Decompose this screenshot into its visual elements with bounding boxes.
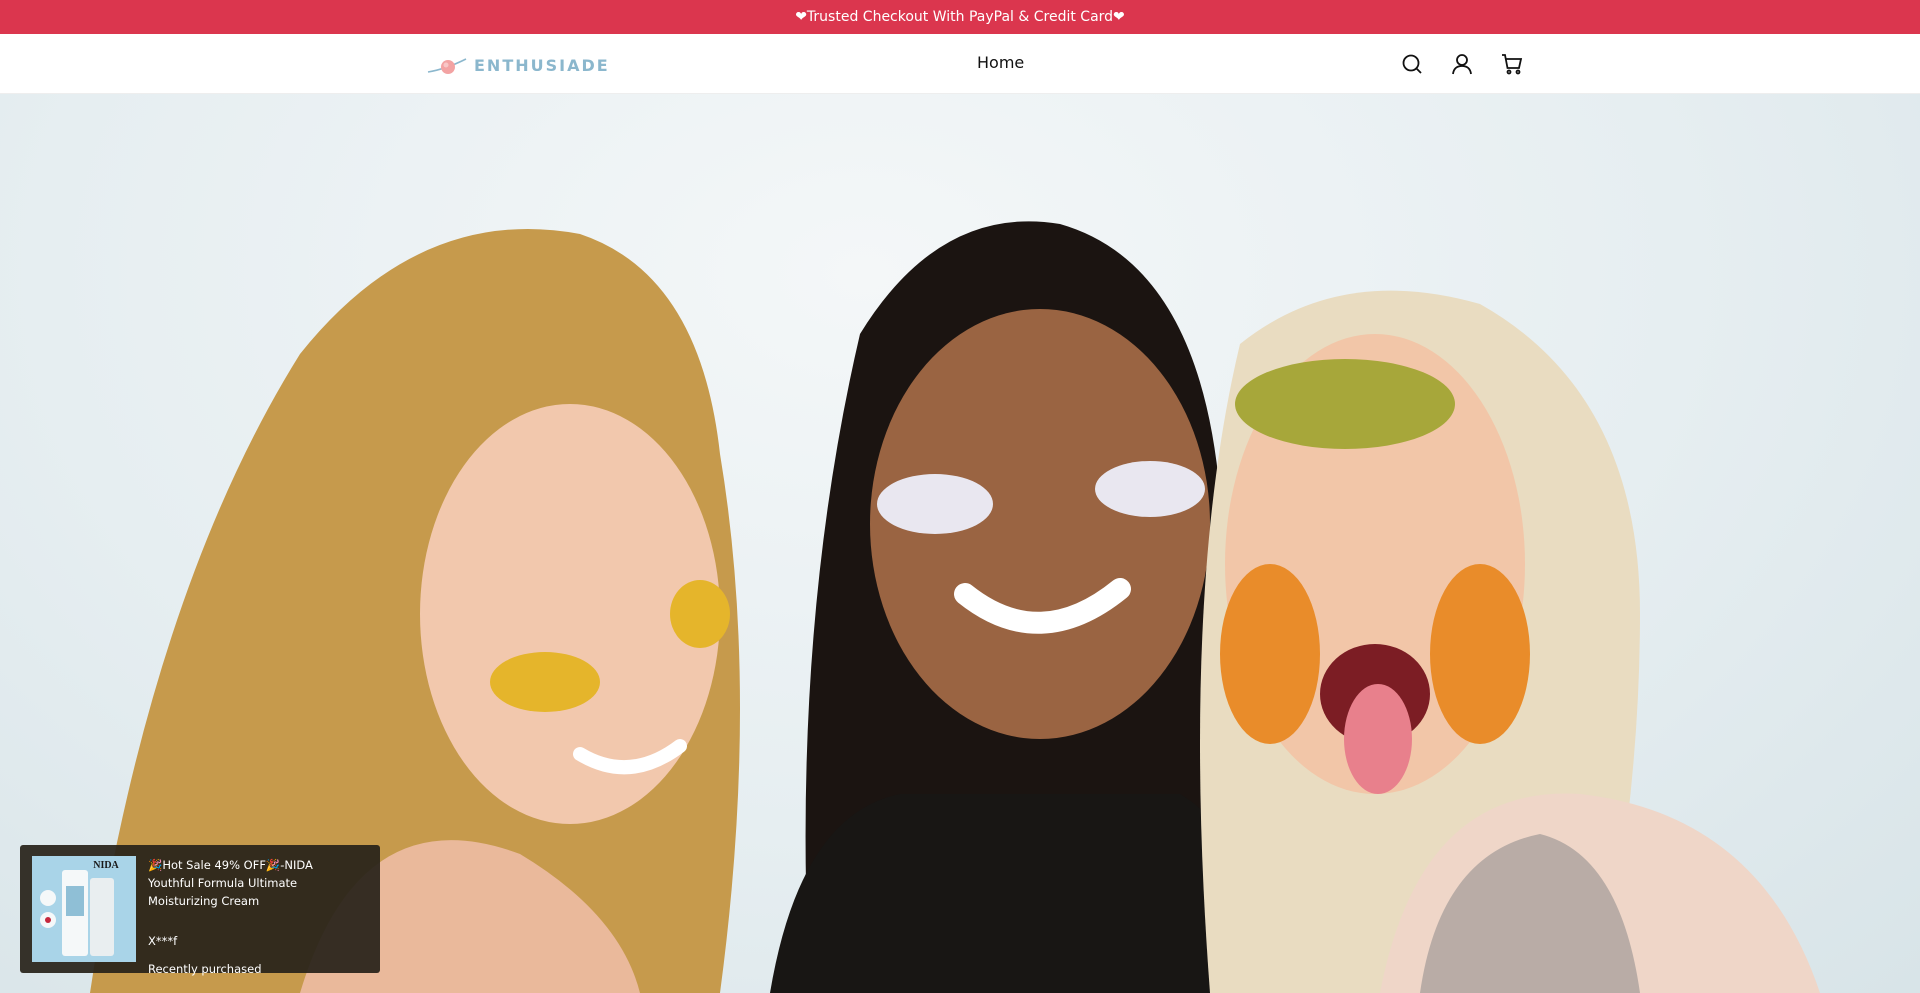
popup-body: 🎉Hot Sale 49% OFF🎉-NIDA Youthful Formula… [148, 856, 358, 976]
announcement-bar: ❤Trusted Checkout With PayPal & Credit C… [0, 0, 1920, 34]
announcement-text: ❤Trusted Checkout With PayPal & Credit C… [795, 9, 1125, 25]
cart-button[interactable] [1498, 50, 1526, 78]
search-button[interactable] [1398, 50, 1426, 78]
product-brand-label: NIDA [93, 860, 119, 871]
logo-mark-icon [427, 58, 467, 74]
product-thumbnail: NIDA [32, 856, 136, 962]
site-header: ENTHUSIADE Home [0, 34, 1920, 94]
account-button[interactable] [1448, 50, 1476, 78]
cart-icon [1502, 54, 1523, 75]
popup-status: Recently purchased [148, 962, 262, 976]
account-icon [1452, 54, 1472, 75]
nav-home-link[interactable]: Home [977, 53, 1024, 72]
logo-link[interactable]: ENTHUSIADE [426, 50, 610, 80]
logo-text: ENTHUSIADE [474, 55, 610, 75]
popup-buyer-name: X***f [148, 934, 178, 948]
product-image-icon: NIDA [32, 856, 136, 962]
header-icons [1398, 50, 1526, 78]
popup-product-title[interactable]: 🎉Hot Sale 49% OFF🎉-NIDA Youthful Formula… [148, 856, 358, 910]
search-icon [1402, 54, 1422, 74]
recent-purchase-popup[interactable]: NIDA 🎉Hot Sale 49% OFF🎉-NIDA Youthful Fo… [20, 845, 380, 976]
